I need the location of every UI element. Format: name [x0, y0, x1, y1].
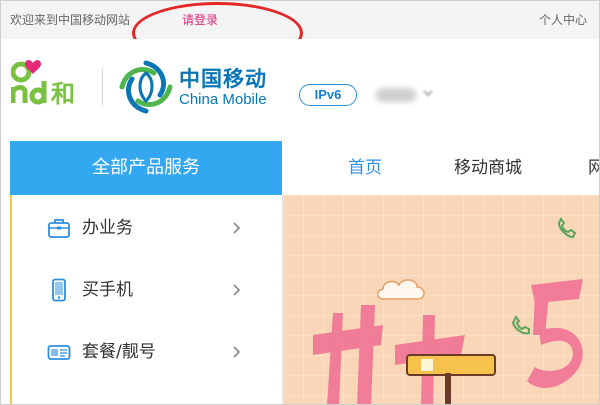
and-he-logo[interactable]: 和: [11, 59, 93, 105]
phone-icon: [52, 278, 66, 302]
logo-divider: [102, 69, 103, 105]
tab-partial[interactable]: 网: [588, 141, 599, 195]
chevron-right-icon: [233, 284, 241, 296]
menu-item-label: 买手机: [82, 280, 133, 300]
chevron-right-icon: [233, 222, 241, 234]
promo-banner[interactable]: [283, 195, 599, 404]
china-mobile-logo-icon[interactable]: [116, 57, 176, 117]
menu-item-business[interactable]: 办业务: [10, 198, 282, 258]
login-link[interactable]: 请登录: [182, 1, 218, 39]
browser-viewport: 欢迎来到中国移动网站 请登录 个人中心 和 中国移动 China Mobile …: [0, 0, 600, 405]
chevron-down-icon[interactable]: [423, 88, 433, 98]
product-side-menu: 办业务 买手机 套餐/靓号: [10, 195, 283, 404]
tab-mobile-mall[interactable]: 移动商城: [454, 141, 522, 195]
menu-item-plans-numbers[interactable]: 套餐/靓号: [10, 322, 282, 382]
cloud-illustration: [377, 279, 425, 300]
top-utility-bar: 欢迎来到中国移动网站 请登录 个人中心: [1, 1, 599, 39]
brand-name-en: China Mobile: [179, 91, 267, 108]
sim-card-icon: [47, 345, 71, 360]
left-gutter: [1, 195, 10, 404]
side-menu-accent-edge: [10, 195, 12, 404]
main-nav: 全部产品服务 首页 移动商城 网: [1, 141, 599, 195]
tab-home[interactable]: 首页: [348, 141, 382, 195]
welcome-text: 欢迎来到中国移动网站: [10, 13, 131, 27]
menu-item-buy-phone[interactable]: 买手机: [10, 260, 282, 320]
menu-item-label: 办业务: [82, 218, 133, 238]
city-selector-blurred[interactable]: [376, 88, 416, 102]
svg-text:和: 和: [51, 80, 75, 105]
banner-artwork: [313, 217, 583, 404]
phone-handset-icon: [511, 315, 530, 335]
phone-handset-icon: [557, 217, 577, 239]
chevron-right-icon: [233, 346, 241, 358]
all-products-button[interactable]: 全部产品服务: [10, 141, 282, 195]
ipv6-badge: IPv6: [299, 84, 357, 106]
brand-name-cn: 中国移动: [179, 67, 267, 91]
briefcase-icon: [48, 219, 70, 238]
user-center-link[interactable]: 个人中心: [539, 1, 587, 39]
menu-item-label: 套餐/靓号: [82, 342, 156, 362]
signpost-illustration: [406, 354, 496, 404]
site-header: 和 中国移动 China Mobile IPv6: [1, 39, 599, 141]
